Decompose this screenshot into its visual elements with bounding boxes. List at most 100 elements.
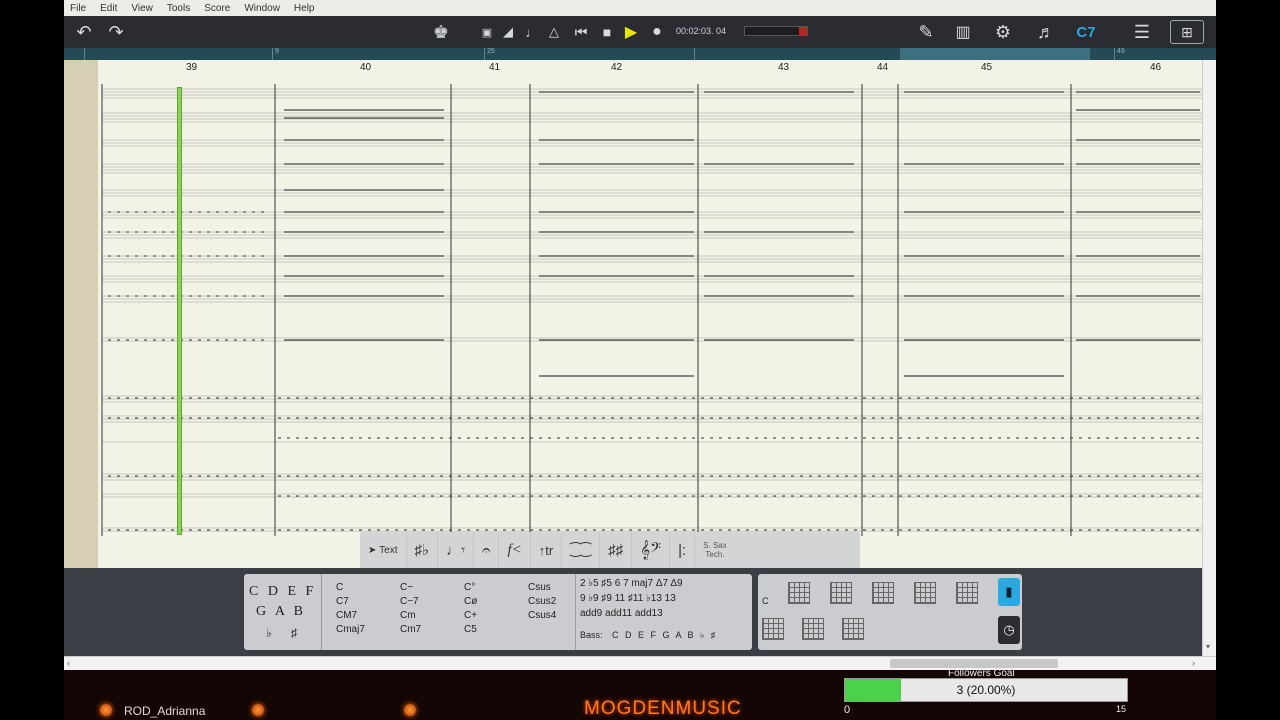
chord-option[interactable]: C — [336, 582, 343, 593]
chord-option[interactable]: C− — [400, 582, 413, 593]
keyboard-icon[interactable]: ▥ — [948, 20, 978, 44]
chord-diagram[interactable] — [788, 582, 810, 604]
chord-option[interactable]: Csus — [528, 582, 551, 593]
dynamics-icon[interactable]: f< — [499, 532, 531, 568]
followers-goal-max: 15 — [1116, 704, 1127, 714]
bass-label: Bass: — [580, 630, 603, 640]
chord-option[interactable]: Cmaj7 — [336, 624, 365, 635]
timeline-ruler[interactable]: 9 25 49 — [64, 48, 1216, 60]
menu-bar: File Edit View Tools Score Window Help — [64, 0, 1216, 16]
chord-option[interactable]: C° — [464, 582, 475, 593]
chord-diagram-label: C — [762, 596, 769, 606]
chord-diagram[interactable] — [762, 618, 784, 640]
level-meter — [744, 26, 808, 36]
chord-option[interactable]: Csus2 — [528, 596, 556, 607]
chord-quality-section: C C7 CM7 Cmaj7 C− C−7 Cm Cm7 C° Cø C+ C5… — [322, 574, 576, 650]
menu-edit[interactable]: Edit — [100, 3, 117, 14]
bar-number: 43 — [778, 62, 790, 73]
trill-icon[interactable]: ↑tr — [531, 532, 563, 568]
barline-icon[interactable]: |: — [670, 532, 696, 568]
stop-icon[interactable]: ■ — [598, 20, 616, 44]
menu-help[interactable]: Help — [294, 3, 315, 14]
play-icon[interactable]: ▶ — [622, 20, 640, 44]
extensions-row2[interactable]: 9 ♭9 ♯9 11 ♯11 ♭13 13 — [580, 593, 676, 604]
note-rest-icon[interactable]: ♩𝄾 — [438, 532, 475, 568]
chord-diagram[interactable] — [802, 618, 824, 640]
chord-option[interactable]: Csus4 — [528, 610, 556, 621]
mixer-icon[interactable]: ⊞ — [1170, 20, 1204, 44]
playback-cursor[interactable] — [177, 87, 182, 535]
chord-option[interactable]: C5 — [464, 624, 477, 635]
redo-icon[interactable]: ↷ — [104, 20, 128, 44]
scroll-right-icon[interactable]: › — [1192, 658, 1195, 668]
current-chord: C7 — [1076, 23, 1096, 41]
overlay-orb-icon — [252, 704, 264, 716]
menu-window[interactable]: Window — [244, 3, 280, 14]
palette-text-tool[interactable]: ➤ Text — [360, 532, 407, 568]
bar-number: 46 — [1150, 62, 1162, 73]
tuner-icon[interactable]: △ — [546, 20, 562, 44]
clef-icon[interactable]: 𝄞𝄢 — [632, 532, 671, 568]
clock-icon[interactable]: ◷ — [998, 616, 1020, 644]
score-view[interactable]: 39 40 41 42 43 44 45 46 — [64, 60, 1202, 568]
horizontal-scrollbar[interactable]: ‹ › — [64, 656, 1216, 670]
metronome-icon[interactable]: ♩ — [524, 20, 540, 44]
accidentals-icon[interactable]: ♯♭ — [407, 532, 439, 568]
root-accidentals[interactable]: ♭ ♯ — [266, 626, 305, 640]
volume-icon[interactable]: ◢ — [500, 20, 516, 44]
menu-view[interactable]: View — [131, 3, 153, 14]
bar-number: 42 — [611, 62, 623, 73]
key-signature-icon[interactable]: ♯♯ — [600, 532, 633, 568]
pointer-icon: ➤ — [368, 544, 377, 556]
chord-diagram[interactable] — [914, 582, 936, 604]
chord-diagram[interactable] — [872, 582, 894, 604]
extensions-row1[interactable]: 2 ♭5 ♯5 6 7 maj7 Δ7 Δ9 — [580, 578, 683, 589]
fermata-icon[interactable]: 𝄐 — [474, 532, 500, 568]
guitar-icon[interactable]: ♬ — [1030, 20, 1062, 44]
score-staves — [101, 84, 1202, 536]
timeline-view-window[interactable] — [900, 48, 1090, 60]
drums-icon[interactable]: ⚙ — [988, 20, 1018, 44]
rewind-icon[interactable]: ⏮ — [572, 20, 590, 44]
notation-palette: ➤ Text ♯♭ ♩𝄾 𝄐 f< ↑tr ⁐⁐ ♯♯ 𝄞𝄢 |: S. Sax… — [360, 532, 860, 568]
stream-overlay: ROD_Adrianna MOGDENMUSIC Followers Goal … — [64, 668, 1216, 720]
scroll-left-icon[interactable]: ‹ — [67, 658, 70, 668]
followers-goal-bar: 3 (20.00%) — [844, 678, 1128, 702]
scroll-down-icon[interactable]: ▾ — [1206, 642, 1210, 651]
chord-diagram[interactable] — [830, 582, 852, 604]
chord-book-icon[interactable]: ▮ — [998, 578, 1020, 606]
chord-option[interactable]: Cø — [464, 596, 477, 607]
extensions-row3[interactable]: add9 add11 add13 — [580, 608, 663, 619]
metronome-text-icon[interactable]: ▣ — [480, 20, 494, 44]
tremolo-icon[interactable]: ⁐⁐ — [562, 532, 601, 568]
music-notation-app: File Edit View Tools Score Window Help ↶… — [64, 0, 1216, 670]
horizontal-scroll-thumb[interactable] — [890, 659, 1058, 668]
menu-score[interactable]: Score — [204, 3, 230, 14]
vertical-scrollbar[interactable]: ▾ — [1202, 60, 1216, 656]
chord-option[interactable]: C+ — [464, 610, 477, 621]
menu-file[interactable]: File — [70, 3, 86, 14]
chord-option[interactable]: CM7 — [336, 610, 357, 621]
brand-logo: MOGDENMUSIC — [584, 698, 742, 719]
conductor-icon[interactable]: ♚ — [426, 20, 456, 44]
record-icon[interactable]: ● — [648, 20, 666, 44]
techniques-label: Tech. — [705, 550, 725, 559]
chord-diagram[interactable] — [956, 582, 978, 604]
instrument-techniques[interactable]: S. Sax Tech. — [695, 532, 735, 568]
chord-option[interactable]: C7 — [336, 596, 349, 607]
bar-number: 39 — [186, 62, 198, 73]
root-note-section: C D E F G A B ♭ ♯ — [244, 574, 322, 650]
menu-tools[interactable]: Tools — [167, 3, 190, 14]
root-notes-row2[interactable]: G A B — [256, 604, 306, 620]
pen-icon[interactable]: ✎ — [914, 20, 938, 44]
bar-number: 44 — [877, 62, 889, 73]
undo-icon[interactable]: ↶ — [72, 20, 96, 44]
chord-option[interactable]: Cm7 — [400, 624, 421, 635]
chord-option[interactable]: Cm — [400, 610, 416, 621]
root-notes-row1[interactable]: C D E F — [249, 584, 316, 600]
menu-list-icon[interactable]: ☰ — [1128, 20, 1156, 44]
chord-option[interactable]: C−7 — [400, 596, 419, 607]
followers-goal-value: 3 (20.00%) — [956, 683, 1016, 697]
bass-notes[interactable]: C D E F G A B ♭ ♯ — [612, 630, 717, 641]
chord-diagram[interactable] — [842, 618, 864, 640]
